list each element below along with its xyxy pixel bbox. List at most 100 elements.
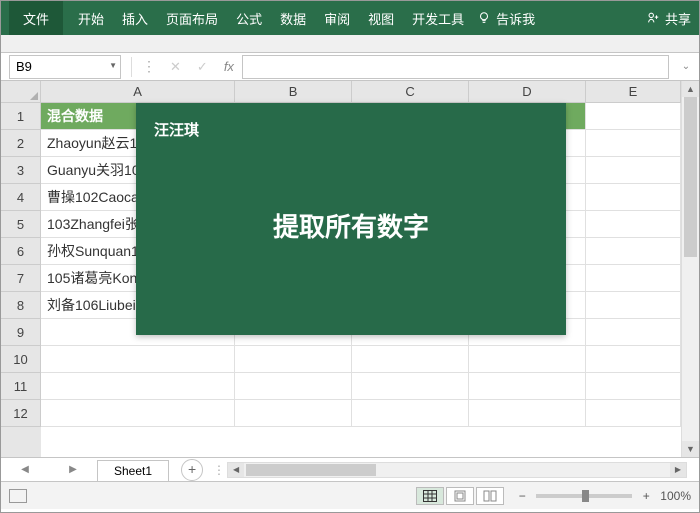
sheet-tab-bar: ◀ ▶ Sheet1 + ⋮ ◀ ▶ [1, 457, 699, 481]
view-buttons [416, 487, 504, 505]
cell-D12[interactable] [469, 400, 586, 427]
cell-E7[interactable] [586, 265, 681, 292]
scroll-down-icon[interactable]: ▼ [682, 441, 699, 457]
fx-label[interactable]: fx [216, 59, 242, 74]
cell-E12[interactable] [586, 400, 681, 427]
row-header-1[interactable]: 1 [1, 103, 41, 130]
cell-C11[interactable] [352, 373, 469, 400]
page-icon [453, 490, 467, 502]
chevron-down-icon[interactable]: ▼ [109, 61, 117, 70]
cell-E11[interactable] [586, 373, 681, 400]
tab-file[interactable]: 文件 [9, 1, 63, 35]
vertical-scrollbar[interactable]: ▲ ▼ [681, 81, 699, 457]
col-header-A[interactable]: A [41, 81, 235, 103]
sheet-tab[interactable]: Sheet1 [97, 460, 169, 481]
col-header-D[interactable]: D [469, 81, 586, 103]
grid-area: ABCDE 123456789101112 混合数据数字字母汉字Zhaoyun赵… [1, 81, 699, 457]
tab-review[interactable]: 审阅 [315, 1, 359, 35]
horizontal-scrollbar[interactable]: ◀ ▶ [227, 462, 687, 478]
col-header-B[interactable]: B [235, 81, 352, 103]
cell-E1[interactable] [586, 103, 681, 130]
nav-first-icon[interactable]: ◀ [21, 464, 29, 475]
cell-B10[interactable] [235, 346, 352, 373]
cell-E6[interactable] [586, 238, 681, 265]
col-header-E[interactable]: E [586, 81, 681, 103]
row-header-12[interactable]: 12 [1, 400, 41, 427]
hscroll-grip[interactable]: ⋮ [213, 463, 225, 477]
cell-B11[interactable] [235, 373, 352, 400]
row-header-6[interactable]: 6 [1, 238, 41, 265]
expand-formula-icon[interactable]: ⌄ [677, 61, 695, 72]
tab-layout[interactable]: 页面布局 [157, 1, 227, 35]
share-icon [646, 11, 660, 25]
overlay-card: 汪汪琪 提取所有数字 [136, 103, 566, 335]
row-header-8[interactable]: 8 [1, 292, 41, 319]
cell-A12[interactable] [41, 400, 235, 427]
row-header-2[interactable]: 2 [1, 130, 41, 157]
cell-D11[interactable] [469, 373, 586, 400]
cell-E10[interactable] [586, 346, 681, 373]
zoom-level[interactable]: 100% [660, 489, 691, 503]
tell-me-label: 告诉我 [496, 9, 535, 28]
tab-formulas[interactable]: 公式 [227, 1, 271, 35]
dots-icon: ⋮ [136, 58, 162, 75]
cell-D10[interactable] [469, 346, 586, 373]
row-header-9[interactable]: 9 [1, 319, 41, 346]
zoom-out-button[interactable]: − [514, 489, 530, 503]
cell-E8[interactable] [586, 292, 681, 319]
cell-A10[interactable] [41, 346, 235, 373]
col-header-C[interactable]: C [352, 81, 469, 103]
cell-B12[interactable] [235, 400, 352, 427]
hscroll-thumb[interactable] [246, 464, 376, 476]
row-header-3[interactable]: 3 [1, 157, 41, 184]
overlay-title: 提取所有数字 [136, 207, 566, 244]
record-macro-icon[interactable] [9, 489, 27, 503]
nav-last-icon[interactable]: ▶ [69, 464, 77, 475]
cell-E3[interactable] [586, 157, 681, 184]
tab-data[interactable]: 数据 [271, 1, 315, 35]
zoom-controls: − + 100% [514, 489, 691, 503]
cell-C12[interactable] [352, 400, 469, 427]
tell-me[interactable]: 告诉我 [477, 9, 535, 28]
grid-icon [423, 490, 437, 502]
cancel-icon[interactable]: ✕ [162, 59, 189, 75]
vscroll-thumb[interactable] [684, 97, 697, 257]
tab-home[interactable]: 开始 [69, 1, 113, 35]
row-header-7[interactable]: 7 [1, 265, 41, 292]
status-bar: − + 100% [1, 481, 699, 509]
row-header-5[interactable]: 5 [1, 211, 41, 238]
cell-E4[interactable] [586, 184, 681, 211]
row-headers: 123456789101112 [1, 103, 41, 457]
zoom-slider[interactable] [536, 494, 632, 498]
add-sheet-button[interactable]: + [181, 459, 203, 481]
cell-E2[interactable] [586, 130, 681, 157]
hscroll-zone: ⋮ ◀ ▶ [213, 462, 689, 478]
tab-insert[interactable]: 插入 [113, 1, 157, 35]
share-button[interactable]: 共享 [646, 9, 691, 28]
tab-view[interactable]: 视图 [359, 1, 403, 35]
row-header-10[interactable]: 10 [1, 346, 41, 373]
name-box[interactable]: B9 ▼ [9, 55, 121, 79]
cell-E9[interactable] [586, 319, 681, 346]
scroll-left-icon[interactable]: ◀ [228, 463, 244, 477]
cell-A11[interactable] [41, 373, 235, 400]
page-layout-view-button[interactable] [446, 487, 474, 505]
scroll-right-icon[interactable]: ▶ [670, 463, 686, 477]
scroll-up-icon[interactable]: ▲ [682, 81, 699, 97]
lightbulb-icon [477, 11, 491, 25]
cell-E5[interactable] [586, 211, 681, 238]
enter-icon[interactable]: ✓ [189, 59, 216, 75]
cell-C10[interactable] [352, 346, 469, 373]
zoom-in-button[interactable]: + [638, 489, 654, 503]
normal-view-button[interactable] [416, 487, 444, 505]
tab-dev[interactable]: 开发工具 [403, 1, 473, 35]
separator [131, 57, 132, 77]
formula-input[interactable] [242, 55, 669, 79]
select-all-corner[interactable] [1, 81, 41, 103]
page-break-view-button[interactable] [476, 487, 504, 505]
row-header-11[interactable]: 11 [1, 373, 41, 400]
sheet-nav[interactable]: ◀ ▶ [1, 464, 97, 475]
zoom-thumb[interactable] [582, 490, 589, 502]
row-header-4[interactable]: 4 [1, 184, 41, 211]
ribbon-placeholder [1, 35, 699, 53]
